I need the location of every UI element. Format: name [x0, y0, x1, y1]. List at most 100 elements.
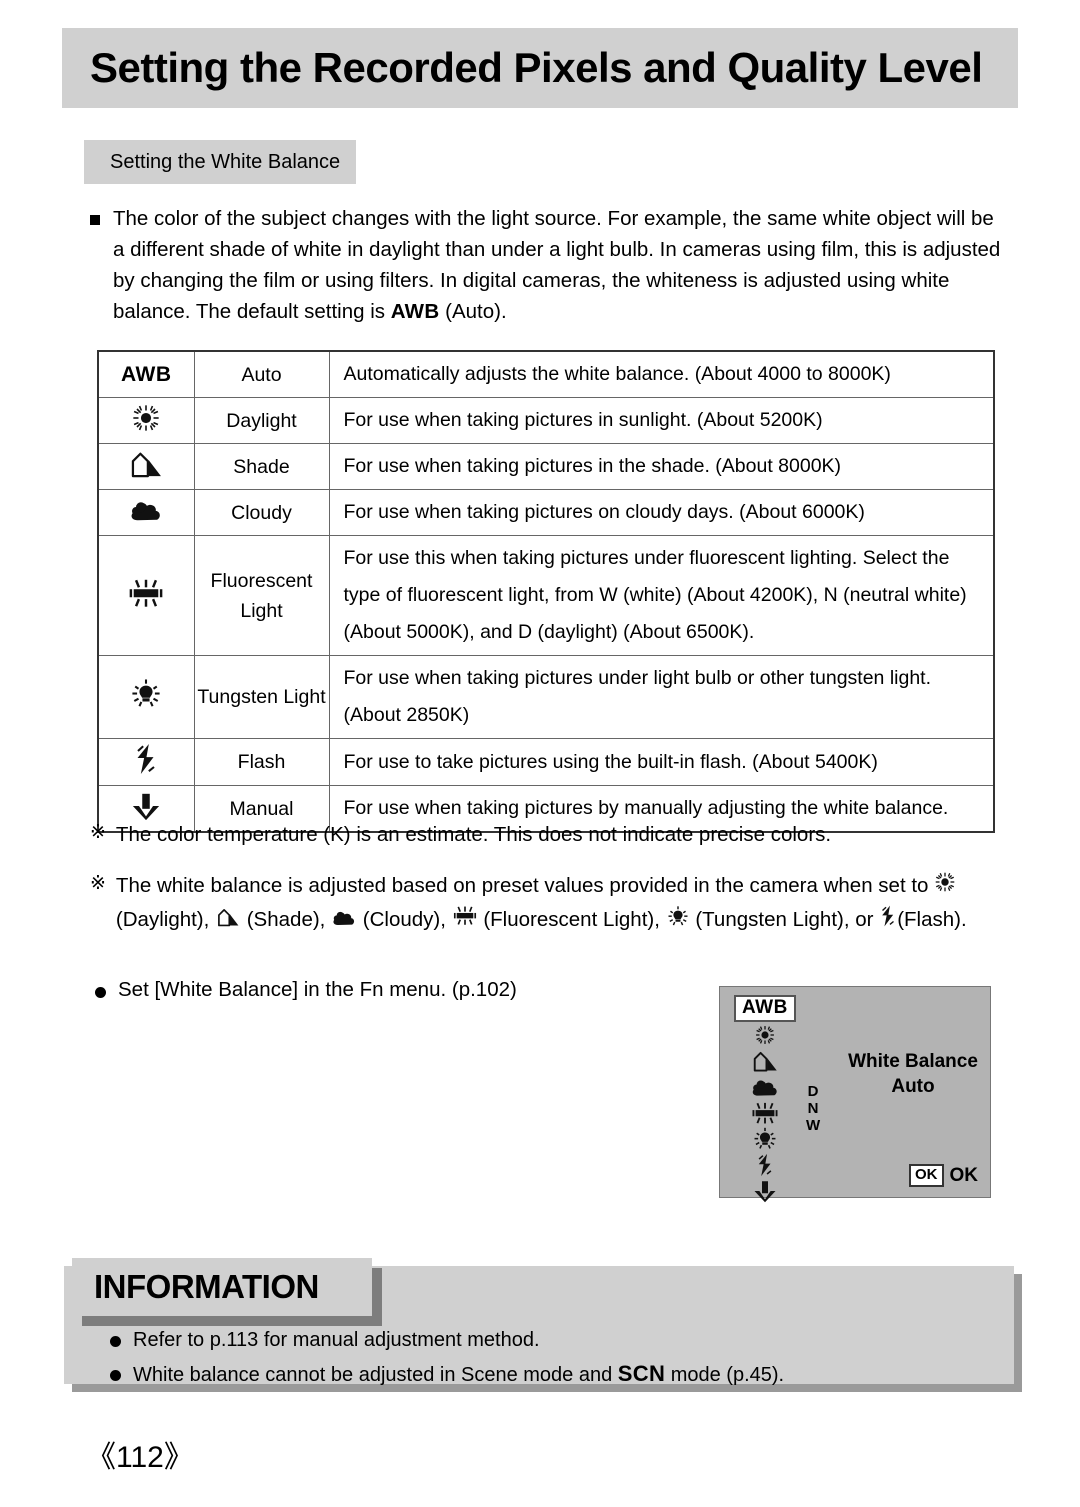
fluorescent-tube-icon — [452, 904, 478, 937]
wb-name-cell: Daylight — [193, 397, 330, 444]
table-row: Tungsten Light For use when taking pictu… — [97, 655, 995, 739]
note2-shade: (Shade), — [246, 908, 332, 932]
note-item: ※ The white balance is adjusted based on… — [90, 869, 1005, 937]
information-item2-part1: White balance cannot be adjusted in Scen… — [133, 1364, 618, 1386]
ok-button-label: OK — [949, 1164, 979, 1186]
wb-desc-cell: For use when taking pictures in the shad… — [328, 443, 995, 490]
note2-tungsten: (Tungsten Light), or — [695, 908, 880, 932]
intro-text: The color of the subject changes with th… — [113, 203, 1002, 327]
manual-down-icon[interactable] — [752, 1178, 778, 1204]
wb-name-line2: Light — [240, 599, 283, 622]
camera-lcd-mockup: AWB D N W White Balance Auto OK OK — [719, 986, 991, 1203]
information-tag-label: INFORMATION — [94, 1268, 319, 1305]
note2-lead: The white balance is adjusted based on p… — [115, 874, 935, 897]
intro-text-part2: (Auto). — [439, 300, 507, 323]
wb-desc-cell: For use this when taking pictures under … — [328, 535, 995, 656]
information-list: Refer to p.113 for manual adjustment met… — [110, 1327, 784, 1396]
fluorescent-tube-icon[interactable] — [750, 1100, 780, 1126]
wb-desc-line1: For use this when taking pictures under … — [343, 547, 950, 569]
fluorescent-tube-icon — [127, 576, 165, 616]
lcd-mode-title: White Balance — [848, 1051, 978, 1072]
wb-option-column: AWB — [734, 995, 796, 1204]
reference-mark-icon: ※ — [90, 822, 106, 843]
table-row: AWB Auto Automatically adjusts the white… — [97, 350, 995, 398]
information-item: White balance cannot be adjusted in Scen… — [110, 1361, 784, 1388]
section-heading-label: Setting the White Balance — [110, 150, 341, 173]
wb-icon-cell: AWB — [97, 350, 195, 398]
information-item-text: Refer to p.113 for manual adjustment met… — [133, 1329, 540, 1351]
wb-desc-line1: For use when taking pictures under light… — [343, 667, 932, 689]
wb-desc-line3: (About 5000K), and D (daylight) (About 6… — [343, 621, 755, 643]
wb-icon-cell — [97, 489, 195, 536]
square-bullet-icon — [90, 215, 100, 225]
wb-desc-cell: For use when taking pictures in sunlight… — [328, 397, 995, 444]
wb-icon-cell — [97, 397, 195, 444]
wb-desc-cell: For use when taking pictures under light… — [328, 655, 995, 739]
scn-mode-label: SCN — [617, 1361, 666, 1386]
intro-paragraph: The color of the subject changes with th… — [90, 203, 1002, 327]
wb-name-cell: Flash — [193, 738, 330, 786]
round-bullet-icon — [110, 1370, 121, 1381]
house-shade-icon — [127, 450, 165, 484]
notes-list: ※ The color temperature (K) is an estima… — [90, 818, 1005, 955]
note-text: The white balance is adjusted based on p… — [116, 869, 967, 937]
wb-name-line1: Fluorescent — [210, 569, 313, 592]
tungsten-bulb-icon[interactable] — [752, 1126, 778, 1152]
house-shade-icon[interactable] — [750, 1048, 780, 1074]
wb-desc-cell: For use to take pictures using the built… — [328, 738, 995, 786]
table-row: Daylight For use when taking pictures in… — [97, 397, 995, 444]
round-bullet-icon — [95, 987, 106, 998]
note2-flash: (Flash). — [897, 908, 967, 932]
cloud-icon — [331, 904, 357, 937]
white-balance-table: AWB Auto Automatically adjusts the white… — [97, 350, 995, 833]
section-heading: Setting the White Balance — [84, 140, 356, 184]
wb-desc-cell: Automatically adjusts the white balance.… — [328, 350, 995, 398]
note2-fluorescent: (Fluorescent Light), — [483, 908, 666, 932]
note-item: ※ The color temperature (K) is an estima… — [90, 818, 1005, 851]
flash-bolt-icon[interactable] — [756, 1152, 774, 1178]
wb-desc-line2: type of fluorescent light, from W (white… — [343, 584, 967, 606]
information-tag: INFORMATION — [72, 1258, 372, 1316]
note2-daylight: (Daylight), — [115, 908, 216, 932]
page-title: Setting the Recorded Pixels and Quality … — [90, 44, 983, 91]
tungsten-bulb-icon — [666, 904, 690, 937]
fn-menu-text: Set [White Balance] in the Fn menu. (p.1… — [118, 978, 517, 1001]
wb-icon-cell — [97, 443, 195, 490]
intro-text-part1: The color of the subject changes with th… — [113, 207, 1001, 323]
flash-bolt-icon — [879, 904, 897, 937]
wb-icon-cell — [97, 738, 195, 786]
awb-selected-chip[interactable]: AWB — [734, 995, 796, 1022]
sun-icon — [934, 870, 956, 903]
wb-name-cell: Shade — [193, 443, 330, 490]
page-header-band: Setting the Recorded Pixels and Quality … — [62, 28, 1018, 108]
wb-icon-cell — [97, 655, 195, 739]
sun-icon[interactable] — [754, 1022, 776, 1048]
table-row: Shade For use when taking pictures in th… — [97, 443, 995, 490]
round-bullet-icon — [110, 1336, 121, 1347]
letter-w: W — [806, 1117, 821, 1134]
house-shade-icon — [215, 904, 241, 937]
cloud-icon[interactable] — [750, 1074, 780, 1100]
ok-chip-icon: OK — [909, 1164, 944, 1187]
table-row: Fluorescent Light For use this when taki… — [97, 535, 995, 656]
manual-page: Setting the Recorded Pixels and Quality … — [0, 0, 1080, 1507]
wb-name-cell: Fluorescent Light — [193, 535, 330, 656]
wb-name-cell: Auto — [193, 350, 330, 398]
wb-name-cell: Tungsten Light — [193, 655, 330, 739]
table-row: Cloudy For use when taking pictures on c… — [97, 489, 995, 536]
tungsten-bulb-icon — [129, 679, 163, 715]
page-number: 《112》 — [86, 1441, 194, 1474]
wb-icon-cell — [97, 535, 195, 656]
cloud-icon — [128, 497, 164, 529]
awb-inline-label: AWB — [390, 300, 440, 323]
wb-desc-line2: (About 2850K) — [343, 704, 470, 726]
lcd-status-text: White Balance Auto — [838, 1049, 988, 1099]
information-item: Refer to p.113 for manual adjustment met… — [110, 1327, 784, 1353]
letter-n: N — [807, 1100, 819, 1117]
wb-desc-cell: For use when taking pictures on cloudy d… — [328, 489, 995, 536]
note-text: The color temperature (K) is an estimate… — [115, 823, 832, 846]
ok-button[interactable]: OK OK — [909, 1164, 978, 1187]
fn-menu-note: Set [White Balance] in the Fn menu. (p.1… — [95, 978, 517, 1002]
note2-cloudy: (Cloudy), — [362, 908, 452, 932]
reference-mark-icon: ※ — [90, 873, 106, 894]
